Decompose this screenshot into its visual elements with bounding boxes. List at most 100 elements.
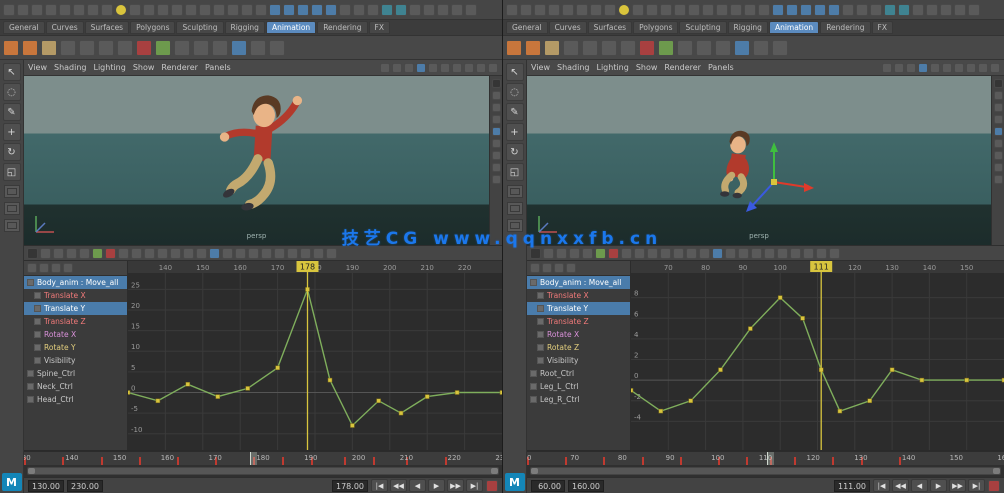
shelf-tab-rigging[interactable]: Rigging [225,21,265,34]
go-to-end-button[interactable]: ▶| [968,479,985,492]
channel-item[interactable]: Rotate Z [527,341,630,354]
move-tool-button[interactable]: + [3,123,21,141]
range-bar[interactable] [530,467,1001,475]
layout-single-button[interactable] [4,185,20,198]
toolbar-button[interactable] [639,40,655,56]
channel-item[interactable]: Rotate Y [24,341,127,354]
range-bar[interactable] [27,467,499,475]
channel-item[interactable]: Rotate X [24,328,127,341]
toolbar-button[interactable] [790,248,801,259]
lasso-tool-button[interactable]: ◌ [3,83,21,101]
toolbar-button[interactable] [269,4,281,16]
toolbar-button[interactable] [604,4,616,16]
scale-tool-button[interactable]: ◱ [3,163,21,181]
toolbar-button[interactable] [894,63,904,73]
toolbar-button[interactable] [582,40,598,56]
toolbar-button[interactable] [870,4,882,16]
toolbar-button[interactable] [966,63,976,73]
shelf-tab-sculpting[interactable]: Sculpting [679,21,726,34]
toolbar-button[interactable] [930,63,940,73]
toolbar-button[interactable] [118,248,129,259]
range-handle-right[interactable] [993,468,1000,474]
toolbar-button[interactable] [428,63,438,73]
toolbar-button[interactable] [688,4,700,16]
toolbar-button[interactable] [115,4,127,16]
toolbar-button[interactable] [647,248,658,259]
range-handle-left[interactable] [28,468,35,474]
toolbar-button[interactable] [193,40,209,56]
toolbar-button[interactable] [287,248,298,259]
toolbar-button[interactable] [231,40,247,56]
toolbar-button[interactable] [131,248,142,259]
toolbar-button[interactable] [313,248,324,259]
toolbar-button[interactable] [40,248,51,259]
toolbar-button[interactable] [250,40,266,56]
current-time-marker[interactable] [250,452,257,465]
set-key-button[interactable] [486,480,498,492]
toolbar-button[interactable] [53,248,64,259]
panel-menu-renderer[interactable]: Renderer [161,63,198,72]
toolbar-button[interactable] [17,4,29,16]
shelf-tab-rendering[interactable]: Rendering [820,21,870,34]
toolbar-button[interactable] [171,4,183,16]
toolbar-button[interactable] [744,4,756,16]
toolbar-button[interactable] [79,40,95,56]
toolbar-button[interactable] [464,63,474,73]
toolbar-button[interactable] [488,63,498,73]
toolbar-button[interactable] [41,40,57,56]
channel-item[interactable]: Visibility [527,354,630,367]
curve-area[interactable]: 1401501601701801902002102202520151050-5-… [128,261,502,450]
toolbar-button[interactable] [918,63,928,73]
toolbar-button[interactable] [143,4,155,16]
toolbar-button[interactable] [353,4,365,16]
character-crouching[interactable] [699,115,777,223]
toolbar-button[interactable] [994,175,1003,184]
layout-four-view-button[interactable] [4,202,20,215]
shelf-tab-curves[interactable]: Curves [549,21,587,34]
range-end-field[interactable]: 230.00 [67,480,103,492]
play-forward-button[interactable]: ▶ [428,479,445,492]
toolbar-button[interactable] [548,4,560,16]
toolbar-button[interactable] [506,40,522,56]
go-to-start-button[interactable]: |◀ [371,479,388,492]
toolbar-button[interactable] [437,4,449,16]
shelf-tab-rendering[interactable]: Rendering [317,21,367,34]
go-to-end-button[interactable]: ▶| [466,479,483,492]
toolbar-button[interactable] [576,4,588,16]
previous-frame-button[interactable]: ◀◀ [892,479,909,492]
toolbar-button[interactable] [715,40,731,56]
panel-menu-view[interactable]: View [28,63,47,72]
viewport[interactable]: persp [24,76,502,245]
shelf-tab-fx[interactable]: FX [872,21,893,34]
toolbar-button[interactable] [738,248,749,259]
toolbar-button[interactable] [942,63,952,73]
toolbar-button[interactable] [367,4,379,16]
next-frame-button[interactable]: ▶▶ [949,479,966,492]
character-jumping[interactable] [210,90,314,236]
play-backward-button[interactable]: ◀ [911,479,928,492]
range-handle-right[interactable] [491,468,498,474]
shelf-tab-surfaces[interactable]: Surfaces [85,21,129,34]
toolbar-button[interactable] [542,263,552,273]
toolbar-button[interactable] [712,248,723,259]
toolbar-button[interactable] [520,4,532,16]
layout-four-view-button[interactable] [507,202,523,215]
toolbar-button[interactable] [157,4,169,16]
toolbar-button[interactable] [525,40,541,56]
rotate-tool-button[interactable]: ↻ [3,143,21,161]
layout-persp-outliner-button[interactable] [507,219,523,232]
range-start-field[interactable]: 60.00 [531,480,565,492]
panel-menu-lighting[interactable]: Lighting [596,63,628,72]
shelf-tab-polygons[interactable]: Polygons [130,21,175,34]
panel-menu-shading[interactable]: Shading [54,63,87,72]
toolbar-button[interactable] [157,248,168,259]
toolbar-button[interactable] [686,248,697,259]
toolbar-button[interactable] [339,4,351,16]
toolbar-button[interactable] [392,63,402,73]
toolbar-button[interactable] [261,248,272,259]
toolbar-button[interactable] [660,4,672,16]
toolbar-button[interactable] [274,248,285,259]
toolbar-button[interactable] [772,40,788,56]
shelf-tab-polygons[interactable]: Polygons [633,21,678,34]
toolbar-button[interactable] [968,4,980,16]
